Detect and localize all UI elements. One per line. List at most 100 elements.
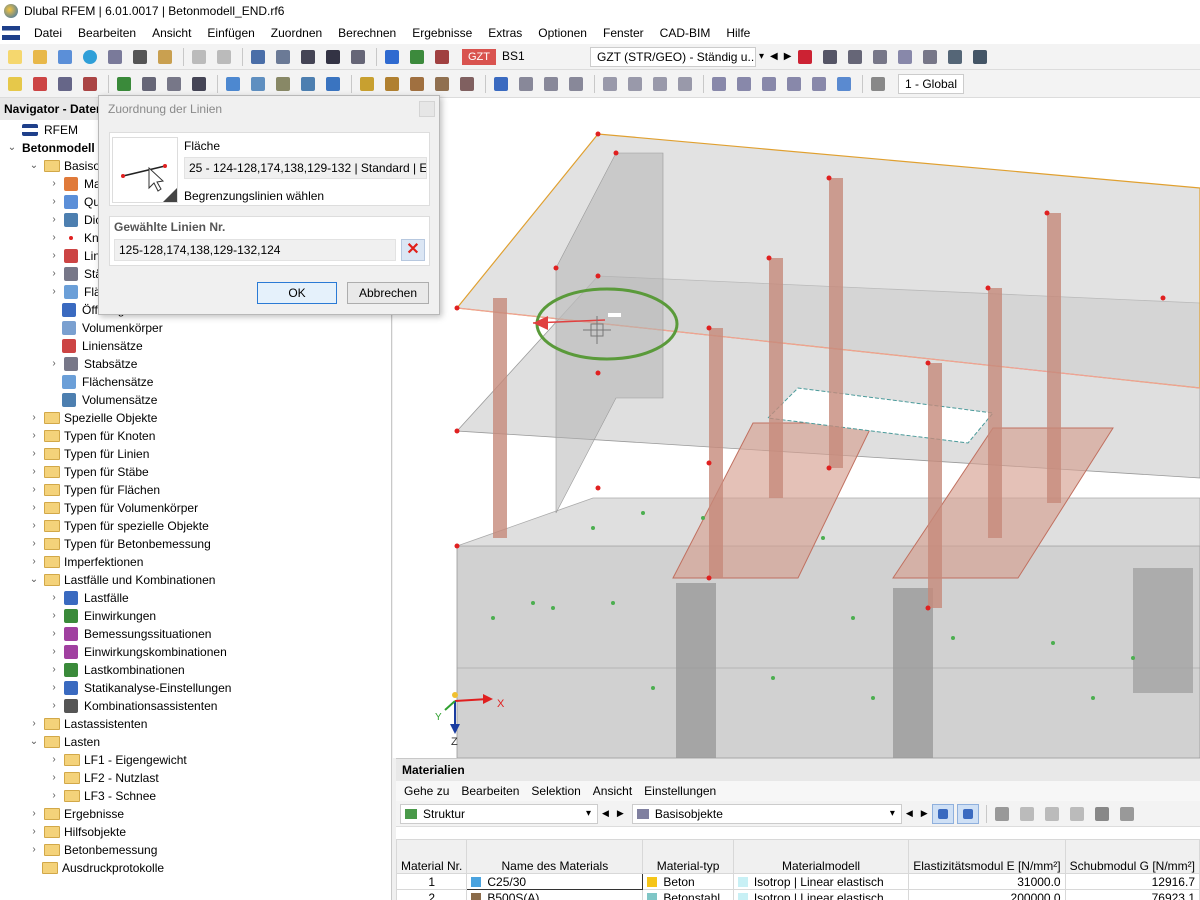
navigator-item[interactable]: ›Einwirkungen — [48, 607, 156, 625]
node-load-icon[interactable] — [356, 74, 378, 94]
navigator-item[interactable]: ›Lastkombinationen — [48, 661, 185, 679]
navigator-item[interactable]: ›Typen für Linien — [28, 445, 149, 463]
navigator-item[interactable]: Liniensätze — [62, 337, 143, 355]
chevron-right-icon[interactable]: › — [48, 787, 60, 805]
previous-icon[interactable]: ◀ — [602, 808, 609, 819]
grid-view-icon[interactable] — [272, 47, 294, 67]
chevron-down-icon[interactable]: ⌄ — [6, 139, 18, 157]
ok-button[interactable]: OK — [257, 282, 337, 304]
navigator-item[interactable]: ›Typen für Knoten — [28, 427, 155, 445]
chevron-right-icon[interactable]: › — [48, 607, 60, 625]
section-icon[interactable] — [894, 47, 916, 67]
new-frame-icon[interactable] — [79, 74, 101, 94]
display-icon[interactable] — [819, 47, 841, 67]
navigator-item[interactable]: ›Kombinationsassistenten — [48, 697, 217, 715]
line-load-icon[interactable] — [381, 74, 403, 94]
chevron-right-icon[interactable]: › — [48, 247, 60, 265]
align-icon[interactable] — [708, 74, 730, 94]
open-icon[interactable] — [29, 47, 51, 67]
results-icon[interactable] — [406, 47, 428, 67]
basis-objects-dropdown[interactable]: Basisobjekte ▾ — [632, 804, 902, 824]
dialog-close-button[interactable] — [419, 101, 435, 117]
navigator-item[interactable]: Ausdruckprotokolle — [42, 859, 164, 877]
opening-icon[interactable] — [272, 74, 294, 94]
navigator-item[interactable]: ›Bemessungssituationen — [48, 625, 211, 643]
animation-icon[interactable] — [969, 47, 991, 67]
col-shear-modulus[interactable]: Schubmodul G [N/mm²] — [1065, 840, 1199, 874]
chevron-right-icon[interactable]: › — [48, 643, 60, 661]
surface-load-icon[interactable] — [431, 74, 453, 94]
menu-selektion[interactable]: Selektion — [525, 784, 586, 798]
chevron-right-icon[interactable]: › — [28, 409, 40, 427]
bracket2-icon[interactable] — [565, 74, 587, 94]
snap-icon[interactable] — [867, 74, 889, 94]
menu-bearbeiten-table[interactable]: Bearbeiten — [455, 784, 525, 798]
elastic-modulus[interactable]: 31000.0 — [909, 874, 1065, 890]
add-row-icon[interactable] — [1041, 804, 1063, 824]
clear-selection-button[interactable]: ✕ — [401, 239, 425, 261]
surface-icon[interactable] — [222, 74, 244, 94]
grid-icon[interactable] — [944, 47, 966, 67]
load-case-field[interactable]: BS1 — [496, 47, 586, 67]
chevron-right-icon[interactable]: › — [48, 589, 60, 607]
chevron-right-icon[interactable]: › — [48, 211, 60, 229]
chevron-down-icon[interactable]: ⌄ — [28, 733, 40, 751]
xx-icon[interactable] — [188, 74, 210, 94]
xyz-icon[interactable] — [869, 47, 891, 67]
filter-icon[interactable] — [794, 47, 816, 67]
navigator-item[interactable]: ›LF3 - Schnee — [48, 787, 156, 805]
save-icon[interactable] — [104, 47, 126, 67]
list-icon[interactable] — [347, 47, 369, 67]
view-icon[interactable] — [674, 74, 696, 94]
pick-lines-button[interactable] — [112, 137, 178, 203]
chevron-right-icon[interactable]: › — [28, 517, 40, 535]
chevron-right-icon[interactable]: › — [28, 463, 40, 481]
bracket-icon[interactable] — [515, 74, 537, 94]
navigator-item[interactable]: ›Typen für Stäbe — [28, 463, 149, 481]
chevron-down-icon[interactable]: ⌄ — [28, 157, 40, 175]
menu-datei[interactable]: Datei — [26, 22, 70, 44]
menu-cad-bim[interactable]: CAD-BIM — [652, 22, 719, 44]
report-icon[interactable] — [154, 47, 176, 67]
new-node-icon[interactable] — [4, 74, 26, 94]
select-icon[interactable] — [932, 804, 954, 824]
next-icon[interactable]: ▶ — [784, 51, 792, 62]
chevron-right-icon[interactable]: › — [28, 481, 40, 499]
menu-einstellungen[interactable]: Einstellungen — [638, 784, 722, 798]
menu-gehe-zu[interactable]: Gehe zu — [398, 784, 455, 798]
material-model-cell[interactable]: Isotrop | Linear elastisch — [733, 890, 908, 900]
col-material-type[interactable]: Material-typ — [643, 840, 734, 874]
model-icon[interactable] — [54, 47, 76, 67]
chevron-right-icon[interactable]: › — [48, 283, 60, 301]
navigator-item[interactable]: RFEM — [22, 121, 78, 139]
navigator-item[interactable]: ›Einwirkungskombinationen — [48, 643, 227, 661]
elastic-modulus[interactable]: 200000.0 — [909, 890, 1065, 900]
navigator-item[interactable]: ⌄Lasten — [28, 733, 100, 751]
solid-load-icon[interactable] — [456, 74, 478, 94]
select-in-model-icon[interactable] — [957, 804, 979, 824]
menu-fenster[interactable]: Fenster — [595, 22, 652, 44]
material-model-cell[interactable]: Isotrop | Linear elastisch — [733, 874, 908, 890]
chevron-right-icon[interactable]: › — [48, 661, 60, 679]
navigator-item[interactable]: ›Betonbemessung — [28, 841, 157, 859]
table-row[interactable]: 2 B500S(A) Betonstahl Isotrop | Linear e… — [397, 890, 1200, 900]
chevron-right-icon[interactable]: › — [28, 715, 40, 733]
navigator-item[interactable]: ⌄Betonmodell — [6, 139, 95, 157]
chevron-right-icon[interactable]: › — [48, 193, 60, 211]
new-line-icon[interactable] — [29, 74, 51, 94]
navigator-item[interactable]: ›LF2 - Nutzlast — [48, 769, 159, 787]
next-icon[interactable]: ▶ — [921, 808, 928, 819]
column-icon[interactable] — [540, 74, 562, 94]
new-model-icon[interactable] — [4, 47, 26, 67]
undo-icon[interactable] — [188, 47, 210, 67]
structure-dropdown[interactable]: Struktur ▾ — [400, 804, 598, 824]
cloud-icon[interactable] — [79, 47, 101, 67]
table-row[interactable]: 1 C25/30 Beton Isotrop | Linear elastisc… — [397, 874, 1200, 890]
console-icon[interactable] — [322, 47, 344, 67]
chevron-right-icon[interactable]: › — [28, 805, 40, 823]
chevron-right-icon[interactable]: › — [28, 445, 40, 463]
table-view-icon[interactable] — [247, 47, 269, 67]
chevron-right-icon[interactable]: › — [48, 355, 60, 373]
chevron-right-icon[interactable]: › — [28, 427, 40, 445]
navigator-item[interactable]: ›Statikanalyse-Einstellungen — [48, 679, 231, 697]
